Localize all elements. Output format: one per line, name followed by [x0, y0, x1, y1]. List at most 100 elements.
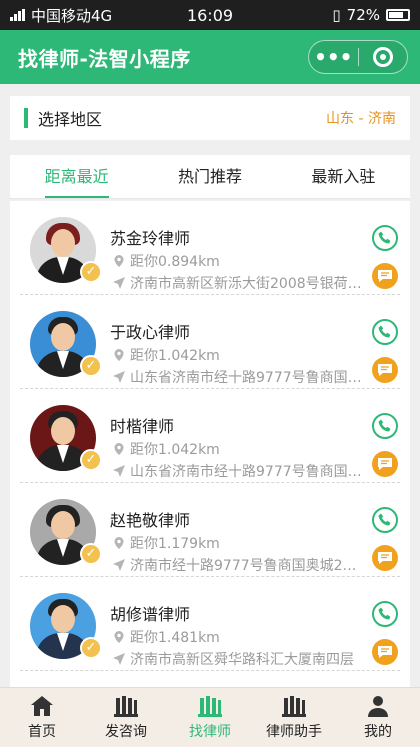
verified-badge-icon: ✓: [80, 637, 102, 659]
address-text: 济南市经十路9777号鲁商国奥城2号...: [130, 558, 367, 574]
navigation-arrow-icon: [113, 653, 125, 665]
battery-icon: [386, 9, 410, 21]
lawyer-address: 济南市高新区新泺大街2008号银荷大...: [112, 273, 367, 293]
lawyer-list: ✓ 苏金玲律师 距你0.894km 济南市高新区新泺大街2008号银荷大... …: [10, 201, 410, 687]
lawyer-name: 赵艳敬律师: [110, 511, 191, 530]
address-text: 山东省济南市经十路9777号鲁商国奥...: [130, 370, 367, 386]
tabbar-consult[interactable]: 发咨询: [84, 688, 168, 747]
distance-text: 距你1.481km: [130, 630, 220, 646]
phone-icon: [378, 325, 391, 338]
address-text: 济南市高新区新泺大街2008号银荷大...: [130, 276, 367, 292]
lawyer-name: 于政心律师: [110, 323, 191, 342]
nav-bar: 找律师-法智小程序 •••: [0, 30, 420, 84]
tab-newest-label: 最新入驻: [311, 166, 376, 186]
chat-icon: [378, 364, 392, 376]
tabbar-find-lawyer[interactable]: 找律师: [168, 688, 252, 747]
tab-nearest-label: 距离最近: [44, 158, 109, 198]
find-lawyer-icon: [198, 696, 222, 717]
more-icon[interactable]: •••: [309, 47, 358, 67]
phone-icon: [378, 513, 391, 526]
distance-text: 距你1.042km: [130, 348, 220, 364]
navigation-arrow-icon: [113, 277, 125, 289]
lawyer-address: 山东省济南市经十路9777号鲁商国奥...: [112, 461, 367, 481]
verified-badge-icon: ✓: [80, 355, 102, 377]
profile-icon: [368, 696, 388, 717]
tab-popular[interactable]: 热门推荐: [143, 155, 276, 199]
navigation-arrow-icon: [113, 559, 125, 571]
verified-badge-icon: ✓: [80, 543, 102, 565]
message-button[interactable]: [372, 545, 398, 571]
call-button[interactable]: [372, 319, 398, 345]
lawyer-distance: 距你1.481km: [112, 627, 220, 647]
location-pin-icon: [114, 631, 124, 643]
home-icon: [31, 696, 53, 716]
tab-popular-label: 热门推荐: [177, 166, 242, 186]
call-button[interactable]: [372, 507, 398, 533]
tabbar-lawyer-assistant[interactable]: 律师助手: [252, 688, 336, 747]
consult-icon: [114, 696, 138, 717]
status-time: 16:09: [186, 5, 234, 25]
navigation-arrow-icon: [113, 465, 125, 477]
location-pin-icon: [114, 443, 124, 455]
page-title: 找律师-法智小程序: [18, 46, 191, 71]
lawyer-distance: 距你1.042km: [112, 345, 220, 365]
tabbar-consult-label: 发咨询: [105, 724, 147, 740]
address-text: 济南市高新区舜华路科汇大厦南四层: [130, 652, 354, 668]
region-value[interactable]: 山东 - 济南: [326, 108, 396, 128]
navigation-arrow-icon: [113, 371, 125, 383]
lawyer-item[interactable]: ✓ 时楷律师 距你1.042km 山东省济南市经十路9777号鲁商国奥...: [20, 389, 400, 483]
lawyer-distance: 距你1.042km: [112, 439, 220, 459]
message-button[interactable]: [372, 263, 398, 289]
address-text: 山东省济南市经十路9777号鲁商国奥...: [130, 464, 367, 480]
tab-newest[interactable]: 最新入驻: [277, 155, 410, 199]
tab-nearest[interactable]: 距离最近: [10, 155, 143, 199]
location-pin-icon: [114, 349, 124, 361]
chat-icon: [378, 458, 392, 470]
location-pin-icon: [114, 537, 124, 549]
lawyer-name: 胡修谱律师: [110, 605, 191, 624]
lawyer-name: 时楷律师: [110, 417, 175, 436]
lawyer-item[interactable]: ✓ 胡修谱律师 距你1.481km 济南市高新区舜华路科汇大厦南四层: [20, 577, 400, 671]
bottom-tab-bar: 首页 发咨询 找律师 律师助手 我的: [0, 687, 420, 747]
tabbar-home-label: 首页: [28, 724, 56, 740]
call-button[interactable]: [372, 225, 398, 251]
phone-icon: [378, 607, 391, 620]
tabbar-find-lawyer-label: 找律师: [189, 724, 231, 740]
location-pin-icon: [114, 255, 124, 267]
lawyer-item[interactable]: ✓ 于政心律师 距你1.042km 山东省济南市经十路9777号鲁商国奥...: [20, 295, 400, 389]
distance-text: 距你1.179km: [130, 536, 220, 552]
verified-badge-icon: ✓: [80, 449, 102, 471]
distance-text: 距你0.894km: [130, 254, 220, 270]
verified-badge-icon: ✓: [80, 261, 102, 283]
call-button[interactable]: [372, 413, 398, 439]
phone-icon: [378, 419, 391, 432]
tabbar-profile[interactable]: 我的: [336, 688, 420, 747]
region-selector[interactable]: 选择地区 山东 - 济南: [10, 96, 410, 140]
lawyer-item[interactable]: ✓ 苏金玲律师 距你0.894km 济南市高新区新泺大街2008号银荷大...: [20, 201, 400, 295]
tabbar-lawyer-assistant-label: 律师助手: [266, 724, 322, 740]
message-button[interactable]: [372, 451, 398, 477]
lawyer-assistant-icon: [282, 696, 306, 717]
region-label: 选择地区: [38, 110, 103, 129]
tabbar-home[interactable]: 首页: [0, 688, 84, 747]
lawyer-address: 济南市高新区舜华路科汇大厦南四层: [112, 649, 367, 669]
mini-program-capsule: •••: [308, 40, 408, 74]
message-button[interactable]: [372, 639, 398, 665]
close-mini-program-icon[interactable]: [359, 47, 408, 67]
message-button[interactable]: [372, 357, 398, 383]
chat-icon: [378, 646, 392, 658]
lawyer-item[interactable]: ✓ 赵艳敬律师 距你1.179km 济南市经十路9777号鲁商国奥城2号...: [20, 483, 400, 577]
lawyer-distance: 距你1.179km: [112, 533, 220, 553]
tabbar-profile-label: 我的: [364, 724, 392, 740]
chat-icon: [378, 270, 392, 282]
lawyer-address: 济南市经十路9777号鲁商国奥城2号...: [112, 555, 367, 575]
lawyer-address: 山东省济南市经十路9777号鲁商国奥...: [112, 367, 367, 387]
region-accent-bar: [24, 108, 28, 128]
status-bar: 中国移动4G 16:09 ▯ 72%: [0, 0, 420, 30]
lawyer-distance: 距你0.894km: [112, 251, 220, 271]
lawyer-name: 苏金玲律师: [110, 229, 191, 248]
call-button[interactable]: [372, 601, 398, 627]
chat-icon: [378, 552, 392, 564]
sort-tabs: 距离最近 热门推荐 最新入驻: [10, 155, 410, 199]
distance-text: 距你1.042km: [130, 442, 220, 458]
